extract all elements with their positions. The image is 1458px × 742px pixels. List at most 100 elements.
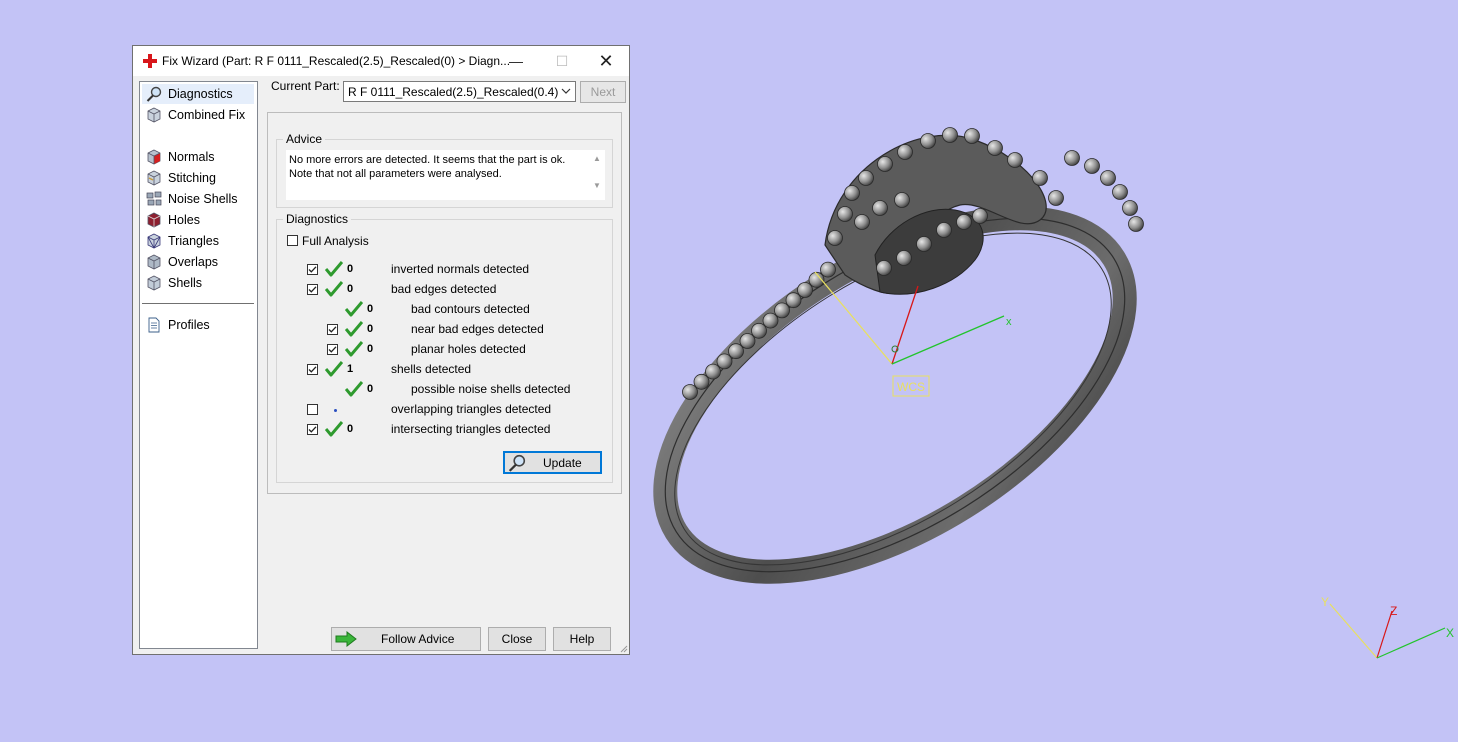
- chevron-down-icon: [561, 88, 571, 94]
- sidebar-item-shells[interactable]: Shells: [142, 273, 254, 293]
- pave-stone: [1064, 150, 1080, 166]
- wcs-label: WCS: [897, 380, 925, 394]
- diagnostic-checkbox[interactable]: [327, 324, 338, 335]
- diagnostic-checkbox[interactable]: [307, 284, 318, 295]
- scroll-down-icon[interactable]: ▼: [591, 181, 603, 190]
- pave-stone: [936, 222, 952, 238]
- sidebar-item-overlaps[interactable]: Overlaps: [142, 252, 254, 272]
- green-check-icon: [345, 301, 363, 317]
- sidebar-item-triangles[interactable]: Triangles: [142, 231, 254, 251]
- sidebar-item-diagnostics[interactable]: Diagnostics: [142, 84, 254, 104]
- full-analysis-checkbox[interactable]: [287, 235, 298, 246]
- diagnostic-label: bad contours detected: [411, 302, 530, 316]
- shells-cube-icon: [147, 275, 161, 291]
- diagnostic-label: overlapping triangles detected: [391, 402, 552, 416]
- diagnostic-checkbox[interactable]: [307, 404, 318, 415]
- diagnostic-count: 0: [367, 343, 374, 355]
- diagnostic-count: 0: [367, 323, 374, 335]
- advice-text-line-2: Note that not all parameters were analys…: [289, 168, 502, 180]
- advice-text-line-1: No more errors are detected. It seems th…: [289, 154, 566, 166]
- update-button[interactable]: Update: [503, 451, 602, 474]
- pave-stone: [693, 373, 710, 390]
- diagnostic-count: 0: [367, 303, 374, 315]
- dialog-title: Fix Wizard (Part: R F 0111_Rescaled(2.5)…: [162, 54, 511, 68]
- green-arrow-icon: [335, 631, 357, 647]
- minimize-button[interactable]: —: [493, 46, 539, 76]
- sidebar-item-label: Holes: [168, 213, 200, 227]
- update-label: Update: [543, 456, 582, 470]
- next-button[interactable]: Next: [580, 81, 626, 103]
- green-check-icon: [325, 261, 343, 277]
- full-analysis-label: Full Analysis: [302, 234, 369, 248]
- current-part-value: R F 0111_Rescaled(2.5)_Rescaled(0.4): [348, 85, 559, 99]
- cube-icon: [147, 107, 161, 123]
- green-check-icon: [325, 361, 343, 377]
- scroll-up-icon[interactable]: ▲: [591, 154, 603, 163]
- sidebar-item-label: Noise Shells: [168, 192, 238, 206]
- checkmark-icon: [308, 266, 317, 273]
- pave-stone: [920, 133, 936, 149]
- sidebar-item-label: Normals: [168, 150, 215, 164]
- pave-stone: [972, 208, 988, 224]
- triangles-cube-icon: [147, 233, 161, 249]
- sidebar-item-label: Diagnostics: [168, 87, 233, 101]
- diagnostic-checkbox[interactable]: [307, 424, 318, 435]
- close-window-button[interactable]: ✕: [583, 46, 629, 76]
- sidebar-item-label: Overlaps: [168, 255, 219, 269]
- pave-stone: [1100, 170, 1116, 186]
- sidebar-item-holes[interactable]: Holes: [142, 210, 254, 230]
- pave-stone: [872, 200, 888, 216]
- pave-stone: [739, 333, 756, 349]
- sidebar-item-noise-shells[interactable]: Noise Shells: [142, 189, 254, 209]
- pave-stone: [827, 230, 843, 246]
- advice-scrollbar[interactable]: ▲ ▼: [591, 154, 603, 198]
- stitching-cube-icon: [147, 170, 161, 186]
- green-check-icon: [325, 421, 343, 437]
- sidebar-item-combined-fix[interactable]: Combined Fix: [142, 105, 254, 125]
- diagnostic-count: 0: [347, 263, 354, 275]
- advice-group: Advice No more errors are detected. It s…: [276, 132, 613, 208]
- pave-stone: [751, 322, 767, 339]
- sidebar-item-normals[interactable]: Normals: [142, 147, 254, 167]
- green-check-icon: [325, 281, 343, 297]
- current-part-label: Current Part:: [271, 79, 340, 93]
- current-part-select[interactable]: R F 0111_Rescaled(2.5)_Rescaled(0.4): [343, 81, 576, 102]
- sidebar-item-profiles[interactable]: Profiles: [142, 315, 254, 335]
- pave-stone: [844, 185, 860, 201]
- help-button[interactable]: Help: [553, 627, 611, 651]
- pave-stone: [682, 384, 698, 400]
- pave-stone: [854, 214, 870, 230]
- diagnostic-checkbox[interactable]: [327, 344, 338, 355]
- sidebar-item-label: Shells: [168, 276, 203, 290]
- magnifier-icon: [146, 86, 162, 102]
- advice-textbox[interactable]: No more errors are detected. It seems th…: [286, 150, 605, 200]
- pave-stone: [987, 140, 1003, 156]
- follow-advice-button[interactable]: Follow Advice: [331, 627, 481, 651]
- holes-cube-icon: [147, 212, 161, 228]
- resize-grip-icon[interactable]: [618, 643, 628, 653]
- pave-stone: [705, 363, 721, 380]
- title-bar[interactable]: Fix Wizard (Part: R F 0111_Rescaled(2.5)…: [133, 46, 629, 76]
- close-button[interactable]: Close: [488, 627, 546, 651]
- sidebar-item-label: Profiles: [168, 318, 210, 332]
- green-check-icon: [345, 341, 363, 357]
- diagnostic-checkbox[interactable]: [307, 364, 318, 375]
- fix-sidebar: Diagnostics Combined Fix Normals Stitchi…: [139, 81, 258, 649]
- pave-stone: [916, 236, 932, 252]
- overlaps-cube-icon: [147, 254, 161, 270]
- sidebar-item-label: Stitching: [168, 171, 216, 185]
- diagnostics-title: Diagnostics: [283, 212, 352, 226]
- sidebar-divider: [142, 303, 254, 304]
- pending-dot-icon: [334, 409, 337, 412]
- diagnostic-count: 0: [347, 423, 354, 435]
- profiles-doc-icon: [148, 317, 160, 333]
- pave-stone: [1007, 152, 1023, 168]
- pave-stone: [877, 156, 893, 172]
- pave-stone: [858, 170, 874, 186]
- pave-stone: [896, 250, 912, 266]
- pave-stone: [716, 353, 733, 370]
- sidebar-item-stitching[interactable]: Stitching: [142, 168, 254, 188]
- pave-stone: [894, 192, 910, 208]
- maximize-button[interactable]: ☐: [539, 46, 585, 76]
- diagnostic-checkbox[interactable]: [307, 264, 318, 275]
